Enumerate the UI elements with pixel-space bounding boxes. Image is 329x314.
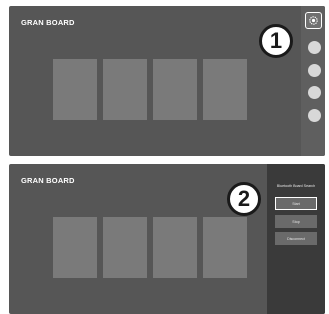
callout-badge-1: 1 <box>259 24 293 58</box>
player-slots <box>53 217 247 278</box>
player-slot-2[interactable] <box>103 59 147 120</box>
player-slot-3[interactable] <box>153 59 197 120</box>
sidebar-button-4[interactable] <box>308 109 321 122</box>
sidebar-button-1[interactable] <box>308 41 321 54</box>
player-slot-4[interactable] <box>203 59 247 120</box>
right-sidebar <box>301 6 325 156</box>
sidebar-button-3[interactable] <box>308 86 321 99</box>
bluetooth-side-panel: Bluetooth Board Search Start Stop Discon… <box>267 164 325 314</box>
app-title: GRAN BOARD <box>21 18 75 27</box>
home-screen: GRAN BOARD 1 <box>9 6 325 156</box>
player-slot-1[interactable] <box>53 217 97 278</box>
bluetooth-panel-title: Bluetooth Board Search <box>276 184 316 188</box>
disconnect-button[interactable]: Disconnect <box>275 232 317 245</box>
player-slot-1[interactable] <box>53 59 97 120</box>
player-slot-4[interactable] <box>203 217 247 278</box>
sidebar-button-2[interactable] <box>308 64 321 77</box>
settings-button[interactable] <box>305 12 322 29</box>
gear-icon <box>309 16 318 25</box>
stop-button[interactable]: Stop <box>275 215 317 228</box>
player-slot-2[interactable] <box>103 217 147 278</box>
start-button[interactable]: Start <box>275 197 317 210</box>
app-title: GRAN BOARD <box>21 176 75 185</box>
player-slot-3[interactable] <box>153 217 197 278</box>
bluetooth-search-screen: GRAN BOARD Bluetooth Board Search Start … <box>9 164 325 314</box>
callout-badge-2: 2 <box>227 182 261 216</box>
player-slots <box>53 59 247 120</box>
